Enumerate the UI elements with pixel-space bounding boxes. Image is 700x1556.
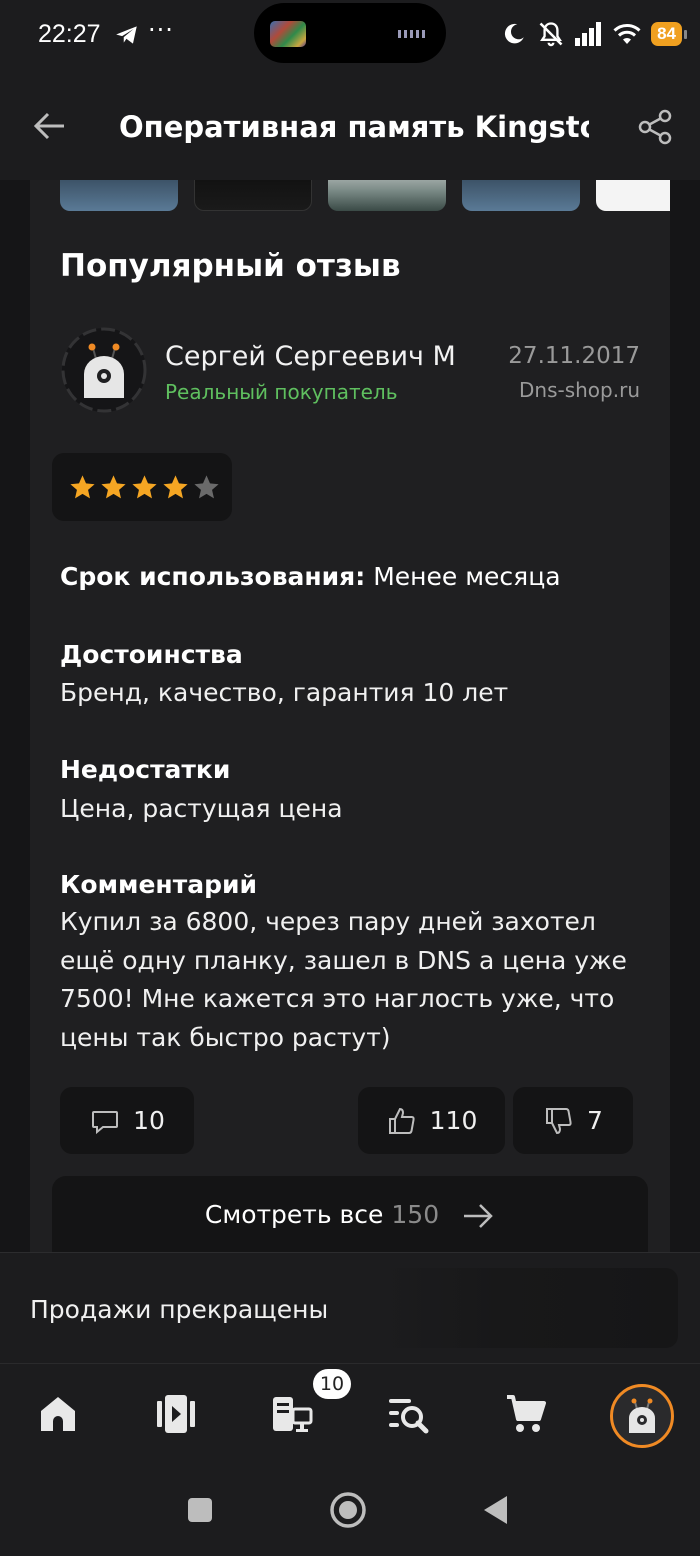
rating-stars — [52, 453, 232, 521]
comments-button[interactable]: 10 — [60, 1087, 194, 1154]
see-all-reviews-button[interactable]: Смотреть все 150 — [52, 1176, 648, 1252]
dynamic-island — [254, 3, 446, 63]
likes-count: 110 — [429, 1106, 478, 1135]
usage-label: Срок использования: — [60, 562, 366, 591]
arrow-right-icon — [464, 1204, 493, 1228]
sales-status-bar: Продажи прекращены — [0, 1252, 700, 1363]
pros-value: Бренд, качество, гарантия 10 лет — [60, 678, 509, 707]
usage-value: Менее месяца — [373, 562, 561, 591]
app-header: Оперативная память Kingsto... — [0, 70, 700, 180]
battery-icon: 84 — [651, 22, 687, 46]
star-empty-icon — [194, 474, 219, 498]
usage-period: Срок использования: Менее месяца — [60, 562, 561, 591]
review-source: Dns-shop.ru — [519, 378, 640, 402]
popular-review-title: Популярный отзыв — [60, 248, 401, 284]
share-icon[interactable] — [636, 108, 674, 146]
back-system-button[interactable] — [474, 1488, 518, 1532]
mute-icon — [539, 22, 563, 47]
author-name: Сергей Сергеевич М — [165, 341, 456, 372]
star-filled-icon — [70, 474, 95, 498]
nav-search[interactable] — [378, 1384, 438, 1444]
home-system-button[interactable] — [326, 1488, 370, 1532]
nav-profile[interactable] — [610, 1384, 674, 1448]
arrow-left-icon[interactable] — [30, 106, 70, 146]
nav-home[interactable] — [28, 1384, 88, 1444]
avatar — [61, 327, 147, 413]
thumbs-up-icon — [388, 1107, 415, 1134]
review-photo-thumbnail[interactable] — [194, 180, 312, 211]
recents-button[interactable] — [178, 1488, 222, 1532]
nav-compare[interactable] — [262, 1384, 322, 1444]
catalog-icon — [157, 1395, 195, 1433]
comments-count: 10 — [133, 1106, 165, 1135]
search-list-icon — [389, 1399, 429, 1434]
cons-label: Недостатки — [60, 755, 231, 784]
triangle-back-icon — [484, 1496, 507, 1524]
review-photo-thumbnail[interactable] — [60, 180, 178, 211]
star-filled-icon — [163, 474, 188, 498]
pros-label: Достоинства — [60, 640, 243, 669]
dislike-button[interactable]: 7 — [513, 1087, 633, 1154]
review-photo-thumbnail[interactable] — [462, 180, 580, 211]
verified-buyer-badge: Реальный покупатель — [165, 380, 398, 404]
status-icons: 84 — [501, 17, 687, 51]
home-icon — [41, 1397, 75, 1431]
nav-catalog[interactable] — [146, 1384, 206, 1444]
review-photo-thumbnail[interactable] — [328, 180, 446, 211]
see-all-label: Смотреть все — [204, 1200, 384, 1229]
cart-icon — [507, 1395, 546, 1432]
signal-icon — [575, 22, 602, 46]
star-filled-icon — [132, 474, 157, 498]
moon-icon — [505, 23, 524, 44]
circle-icon — [330, 1492, 366, 1528]
like-button[interactable]: 110 — [358, 1087, 505, 1154]
square-icon — [188, 1498, 212, 1522]
review-date: 27.11.2017 — [508, 343, 640, 369]
comment-icon — [92, 1110, 119, 1134]
status-time: 22:27 — [38, 20, 101, 48]
comment-label: Комментарий — [60, 870, 257, 899]
dislikes-count: 7 — [587, 1106, 603, 1135]
see-all-count: 150 — [391, 1200, 440, 1229]
star-filled-icon — [101, 474, 126, 498]
media-thumbnail — [270, 21, 306, 47]
profile-icon — [629, 1398, 655, 1433]
cons-value: Цена, растущая цена — [60, 794, 343, 823]
status-bar: 22:27 ··· 84 — [0, 0, 700, 70]
more-notifications-indicator: ··· — [148, 16, 174, 44]
wifi-icon — [613, 23, 641, 44]
disabled-buy-button — [378, 1268, 678, 1348]
compare-icon — [273, 1397, 313, 1432]
review-photo-thumbnail[interactable] — [596, 180, 670, 211]
thumbs-down-icon — [546, 1107, 572, 1134]
telegram-icon — [116, 26, 137, 44]
sales-status-text: Продажи прекращены — [30, 1295, 329, 1324]
nav-cart[interactable] — [496, 1384, 556, 1444]
system-navigation — [0, 1468, 700, 1556]
review-content: Популярный отзыв Сергей Сергеевич М Реал… — [0, 180, 700, 1252]
compare-count-badge: 10 — [313, 1369, 351, 1399]
page-title: Оперативная память Kingsto... — [119, 110, 589, 144]
audio-wave-icon — [398, 30, 425, 38]
comment-text: Купил за 6800, через пару дней захотел е… — [60, 907, 627, 1052]
